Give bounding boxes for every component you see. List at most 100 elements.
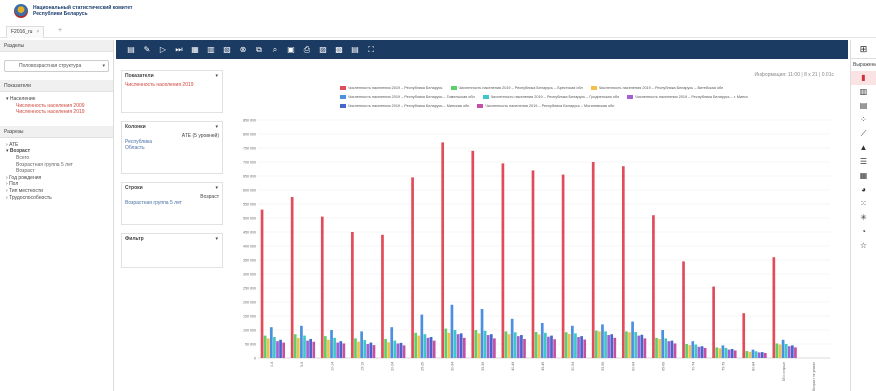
bar[interactable] [510,318,514,358]
bar[interactable] [462,337,466,358]
bar[interactable] [534,331,538,358]
rows-item-age-group[interactable]: Возрастная группа 5 лет [125,200,219,206]
bar[interactable] [309,338,313,358]
bubble-icon[interactable]: ⁙ [851,197,876,211]
pdf-icon[interactable]: ▩ [334,45,344,55]
bar[interactable] [610,334,614,358]
bar[interactable] [523,338,526,358]
bar[interactable] [399,342,403,358]
bar[interactable] [754,351,758,358]
bar[interactable] [423,334,427,358]
tree-item-population-2019[interactable]: Численность населения 2019 [6,109,107,116]
bar[interactable] [748,351,752,358]
tree-item-age-single[interactable]: Возраст [6,168,107,175]
column-icon[interactable]: ▤ [851,99,876,113]
bar[interactable] [456,334,460,358]
tab-f2016[interactable]: F2016_ru × [6,26,45,38]
bar[interactable] [300,325,303,358]
bar[interactable] [577,337,580,358]
bar[interactable] [703,347,707,358]
bar[interactable] [757,352,761,358]
bar[interactable] [564,332,568,358]
bar[interactable] [760,352,764,358]
tree-group-population[interactable]: ▾ Население [6,96,107,103]
bar[interactable] [775,343,779,358]
bar[interactable] [794,347,797,358]
table-icon[interactable]: ▤ [126,45,136,55]
bar[interactable] [571,325,574,358]
line-icon[interactable]: ⟋ [851,127,876,141]
area-icon[interactable]: ▲ [851,141,876,155]
bar[interactable] [718,348,722,358]
forward-icon[interactable]: ⏭ [174,45,184,55]
bar[interactable] [336,342,340,358]
bar[interactable] [550,335,553,358]
radar-icon[interactable]: ✳ [851,211,876,225]
bar[interactable] [751,349,755,358]
bar[interactable] [420,314,424,358]
bar[interactable] [489,334,493,358]
bar[interactable] [396,343,400,358]
bar[interactable] [697,346,701,358]
bar[interactable] [724,347,728,358]
bar[interactable] [537,334,541,358]
bar-chart-icon[interactable]: ▮ [851,71,876,85]
bar[interactable] [547,336,550,358]
columns-item-region[interactable]: Область [125,145,219,151]
bar[interactable] [742,313,746,358]
bar[interactable] [694,344,698,358]
bar[interactable] [426,337,430,358]
image-icon[interactable]: ▣ [286,45,296,55]
link-icon[interactable]: ⊗ [238,45,248,55]
bar[interactable] [282,342,285,358]
pen-icon[interactable]: ✎ [142,45,152,55]
bar[interactable] [320,216,324,358]
search-icon[interactable]: ⌕ [270,45,280,55]
bar[interactable] [366,344,370,358]
bar[interactable] [417,335,421,358]
bar[interactable] [357,341,360,358]
chevron-down-icon[interactable]: ▾ [215,183,218,194]
section-select[interactable]: Половозрастная структура ▾ [4,60,109,72]
bar[interactable] [432,340,436,358]
bar[interactable] [260,209,264,358]
bar[interactable] [661,330,665,358]
bar[interactable] [312,341,316,358]
bar[interactable] [384,338,387,358]
bar[interactable] [727,349,731,358]
bar[interactable] [324,336,327,358]
bar[interactable] [601,324,604,358]
bar[interactable] [580,336,583,358]
grid-icon[interactable]: ▦ [190,45,200,55]
bar[interactable] [784,344,788,358]
tree-item-age[interactable]: ▾ Возраст [6,148,107,155]
bar[interactable] [544,332,547,358]
bar[interactable] [655,337,658,358]
bar[interactable] [342,343,346,358]
bar[interactable] [733,350,737,358]
bar[interactable] [598,331,601,358]
bar[interactable] [279,339,282,358]
bar[interactable] [330,330,333,358]
tree-item-age-total[interactable]: Всего [6,155,107,162]
tree-item-area-type[interactable]: › Тип местности [6,188,107,195]
bar[interactable] [712,286,715,358]
bar[interactable] [613,337,617,358]
pie-icon[interactable]: ◔ [851,225,876,239]
bar[interactable] [583,339,587,358]
bar[interactable] [387,342,390,358]
bar[interactable] [390,327,394,358]
bar[interactable] [269,327,273,358]
bar[interactable] [604,331,607,358]
bar[interactable] [471,150,475,358]
bar[interactable] [339,341,343,358]
scatter-icon[interactable]: ⁘ [851,113,876,127]
tree-item-labor[interactable]: › Трудоспособность [6,195,107,202]
bar[interactable] [715,347,719,358]
bar[interactable] [459,333,463,358]
bar[interactable] [333,337,336,358]
fullscreen-icon[interactable]: ⛶ [366,45,376,55]
bar[interactable] [447,332,451,358]
tree-item-ate[interactable]: › АТЕ [6,142,107,149]
bar[interactable] [670,340,674,358]
